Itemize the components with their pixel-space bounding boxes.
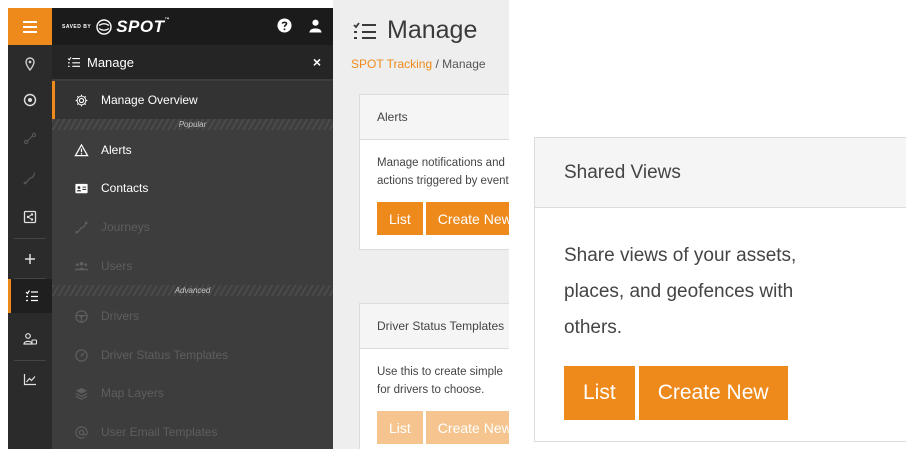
list-check-icon: [353, 21, 376, 39]
shared-views-card: Shared Views Share views of your assets,…: [534, 137, 906, 442]
menu-item-drivers[interactable]: Drivers: [52, 297, 333, 335]
alerts-create-new-button[interactable]: Create New: [425, 202, 509, 235]
menu-item-label: Journeys: [101, 220, 150, 234]
journey-icon: [23, 172, 36, 185]
shared-views-list-button[interactable]: List: [564, 366, 635, 420]
help-circle-icon[interactable]: [277, 18, 292, 33]
page-title: Manage: [353, 16, 477, 45]
share-icon: [23, 210, 37, 224]
drawer-title: Manage: [87, 54, 134, 70]
steering-wheel-icon: [75, 309, 88, 323]
section-label-advanced: Advanced: [52, 285, 333, 296]
rail-manage-button[interactable]: [8, 279, 52, 313]
manage-drawer: Manage × Manage Overview Popular Alerts …: [52, 45, 333, 449]
map-pin-icon: [25, 57, 35, 72]
menu-item-label: Users: [101, 259, 133, 273]
brand-logo[interactable]: SPOT™: [116, 17, 170, 37]
card-description-line: actions triggered by events.: [377, 175, 509, 187]
list-check-icon: [67, 57, 80, 67]
breadcrumb-separator: /: [435, 57, 439, 71]
users-group-icon: [74, 261, 89, 270]
card-description-line: Manage notifications and: [377, 157, 505, 169]
card-description: Share views of your assets, places, and …: [535, 208, 906, 346]
menu-item-manage-overview[interactable]: Manage Overview: [52, 81, 333, 119]
drawer-close-button[interactable]: ×: [313, 54, 321, 70]
menu-item-label: Drivers: [101, 309, 139, 323]
page-title-text: Manage: [387, 16, 478, 44]
users-icon: [23, 333, 38, 345]
menu-item-label: User Email Templates: [101, 425, 218, 439]
gauge-icon: [75, 348, 88, 362]
rail-divider: [14, 238, 46, 239]
at-sign-icon: [75, 425, 88, 439]
menu-item-users[interactable]: Users: [52, 247, 333, 285]
drawer-header: Manage ×: [52, 45, 333, 79]
plus-icon: [25, 254, 35, 264]
driver-status-list-button[interactable]: List: [377, 411, 423, 444]
card-title: Alerts: [360, 95, 509, 140]
menu-item-label: Map Layers: [101, 386, 164, 400]
menu-item-user-email-templates[interactable]: User Email Templates: [52, 413, 333, 449]
warning-icon: [74, 143, 89, 156]
icon-rail: [8, 8, 52, 449]
rail-journeys-button[interactable]: [8, 161, 52, 195]
menu-item-label: Manage Overview: [101, 93, 198, 107]
driver-status-create-new-button[interactable]: Create New: [425, 411, 509, 444]
hamburger-menu-button[interactable]: [8, 8, 52, 45]
main-content: Manage SPOT Tracking / Manage Alerts Man…: [333, 0, 509, 449]
journey-icon: [75, 221, 88, 233]
rail-divider: [14, 360, 46, 361]
rail-tracking-button[interactable]: [8, 83, 52, 117]
card-description: Manage notifications and actions trigger…: [360, 140, 509, 190]
breadcrumb-root-link[interactable]: SPOT Tracking: [351, 57, 432, 71]
chart-icon: [23, 374, 36, 386]
card-description-line: Share views of your assets,: [564, 245, 797, 266]
alerts-card: Alerts Manage notifications and actions …: [359, 94, 509, 250]
list-check-icon: [25, 290, 38, 302]
layers-icon: [75, 387, 88, 400]
brand-trademark: ™: [164, 16, 170, 23]
menu-item-driver-status-templates[interactable]: Driver Status Templates: [52, 336, 333, 374]
menu-item-map-layers[interactable]: Map Layers: [52, 374, 333, 412]
card-description-line: for drivers to choose.: [377, 384, 485, 396]
menu-item-label: Driver Status Templates: [101, 348, 229, 362]
rail-users-button[interactable]: [8, 322, 52, 356]
breadcrumb-current: Manage: [442, 57, 486, 71]
hamburger-icon: [23, 20, 37, 33]
menu-item-journeys[interactable]: Journeys: [52, 208, 333, 246]
alerts-list-button[interactable]: List: [377, 202, 423, 235]
rail-routes-button[interactable]: [8, 121, 52, 155]
card-description-line: others.: [564, 317, 623, 338]
route-icon: [23, 132, 37, 145]
spot-logo-icon: [96, 18, 112, 35]
card-description: Use this to create simple for drivers to…: [360, 349, 509, 399]
brand-name: SPOT: [116, 16, 165, 36]
driver-status-templates-card: Driver Status Templates Use this to crea…: [359, 303, 509, 449]
menu-item-label: Contacts: [101, 181, 149, 195]
card-title: Driver Status Templates: [360, 304, 509, 349]
menu-item-alerts[interactable]: Alerts: [52, 131, 333, 169]
menu-item-label: Alerts: [101, 143, 132, 157]
brand-tagline: SAVED BY: [62, 23, 92, 30]
rail-add-button[interactable]: [8, 242, 52, 276]
section-label-popular: Popular: [52, 119, 333, 130]
shared-views-create-new-button[interactable]: Create New: [638, 366, 788, 420]
rail-reports-button[interactable]: [8, 362, 52, 396]
target-icon: [23, 93, 37, 107]
contact-card-icon: [75, 183, 88, 193]
gear-icon: [75, 94, 88, 106]
card-description-line: Use this to create simple: [377, 366, 503, 378]
card-title: Shared Views: [535, 138, 906, 208]
card-description-line: places, and geofences with: [564, 281, 794, 302]
user-icon[interactable]: [308, 18, 323, 33]
rail-share-button[interactable]: [8, 200, 52, 234]
breadcrumb: SPOT Tracking / Manage: [351, 57, 486, 71]
zoom-panel: Shared Views Share views of your assets,…: [509, 0, 906, 449]
menu-item-contacts[interactable]: Contacts: [52, 169, 333, 207]
rail-places-button[interactable]: [8, 47, 52, 81]
top-bar: SAVED BY SPOT™: [52, 8, 333, 45]
